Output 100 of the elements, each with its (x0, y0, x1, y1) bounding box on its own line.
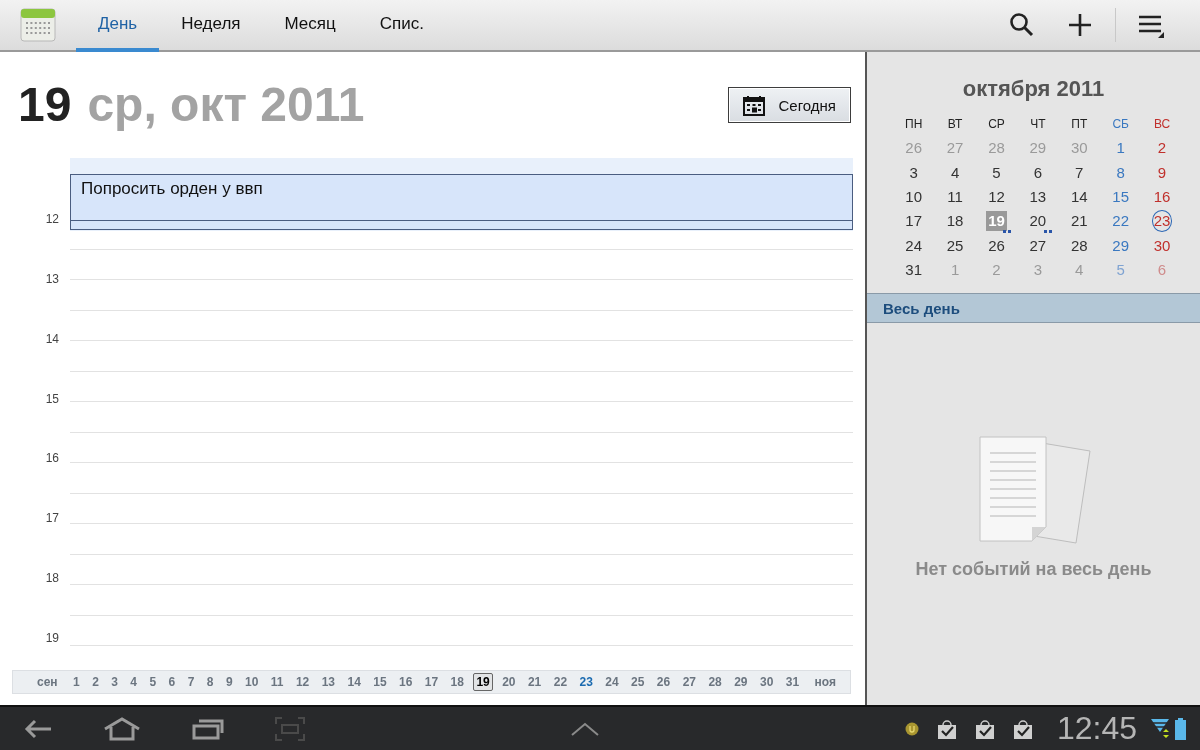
day-link[interactable]: 8 (203, 673, 217, 691)
day-link[interactable]: 27 (679, 673, 699, 691)
day-link[interactable]: 2 (89, 673, 102, 691)
calendar-day[interactable]: 13 (1027, 186, 1049, 207)
calendar-day[interactable]: 16 (1151, 186, 1173, 207)
day-link[interactable]: 21 (524, 673, 545, 691)
day-link[interactable]: 17 (421, 673, 442, 691)
day-link[interactable]: 5 (146, 673, 160, 691)
weekday-label: СР (987, 116, 1006, 133)
weekday-label: ПН (904, 116, 924, 133)
calendar-day[interactable]: 9 (1155, 162, 1169, 183)
calendar-day[interactable]: 25 (944, 235, 966, 256)
documents-icon (979, 436, 1090, 544)
day-link[interactable]: 12 (292, 673, 313, 691)
view-tab[interactable]: Спис. (357, 0, 446, 52)
day-number: 19 (18, 81, 72, 129)
calendar-day[interactable]: 30 (1151, 235, 1173, 256)
calendar-day[interactable]: 1 (1114, 138, 1127, 159)
month-link[interactable]: ноя (811, 673, 839, 691)
hour-label: 17 (45, 511, 59, 526)
day-link[interactable]: 6 (165, 673, 179, 691)
calendar-day[interactable]: 3 (1031, 260, 1045, 281)
day-link[interactable]: 29 (731, 673, 751, 691)
day-link[interactable]: 13 (318, 673, 339, 691)
shopping-bag-check-icon (936, 718, 957, 739)
calendar-day[interactable]: 15 (1110, 186, 1131, 207)
day-link[interactable]: 25 (628, 673, 648, 691)
day-link[interactable]: 14 (344, 673, 364, 691)
day-link[interactable]: 16 (396, 673, 416, 691)
day-link[interactable]: 11 (267, 673, 287, 691)
calendar-day[interactable]: 26 (903, 138, 925, 159)
calendar-day[interactable]: 30 (1068, 138, 1090, 159)
calendar-day[interactable]: 6 (1155, 260, 1169, 281)
battery-icon (1175, 717, 1186, 740)
hour-label: 16 (45, 451, 59, 466)
back-icon (24, 718, 52, 739)
day-link[interactable]: 10 (242, 673, 262, 691)
calendar-day[interactable]: 28 (1068, 235, 1090, 256)
view-tab[interactable]: Месяц (262, 0, 358, 52)
calendar-day[interactable]: 7 (1073, 162, 1086, 183)
weekday-label: ПТ (1070, 116, 1089, 133)
calendar-icon (742, 94, 765, 116)
day-link[interactable]: 23 (576, 673, 596, 691)
calendar-day[interactable]: 27 (1027, 235, 1049, 256)
view-tab[interactable]: Неделя (159, 0, 263, 52)
calendar-day[interactable]: 29 (1110, 235, 1131, 256)
month-link[interactable]: сен (34, 673, 61, 691)
day-link[interactable]: 18 (447, 673, 467, 691)
calendar-day[interactable]: 6 (1031, 162, 1045, 183)
clock-time: 12:45 (1056, 710, 1137, 747)
calendar-day[interactable]: 31 (903, 260, 925, 281)
search-icon (1009, 12, 1035, 38)
calendar-day[interactable]: 5 (990, 162, 1003, 183)
expand-button[interactable] (571, 721, 600, 736)
day-link[interactable]: 26 (653, 673, 674, 691)
day-link[interactable]: 24 (602, 673, 622, 691)
calendar-day[interactable]: 27 (944, 138, 966, 159)
calendar-day[interactable]: 2 (990, 260, 1003, 281)
hour-label: 18 (45, 571, 59, 586)
calendar-day[interactable]: 11 (945, 186, 965, 207)
calendar-day[interactable]: 8 (1114, 162, 1127, 183)
calendar-day[interactable]: 14 (1068, 186, 1090, 207)
today-button[interactable]: Сегодня (727, 87, 851, 123)
calendar-day[interactable]: 10 (903, 186, 925, 207)
day-link[interactable]: 9 (222, 673, 236, 691)
screenshot-icon (275, 716, 305, 741)
day-link[interactable]: 28 (705, 673, 725, 691)
calendar-day[interactable]: 29 (1027, 138, 1049, 159)
calendar-day[interactable]: 24 (903, 235, 925, 256)
day-link[interactable]: 19 (473, 673, 493, 691)
day-link[interactable]: 30 (756, 673, 777, 691)
calendar-day[interactable]: 22 (1110, 211, 1131, 232)
calendar-day[interactable]: 20 (1027, 211, 1049, 232)
day-link[interactable]: 1 (70, 673, 83, 691)
calendar-day[interactable]: 1 (948, 260, 962, 281)
calendar-day[interactable]: 17 (903, 211, 925, 232)
event-block[interactable]: Попросить орден у ввп (70, 174, 853, 230)
calendar-day[interactable]: 18 (944, 211, 966, 232)
calendar-day[interactable]: 5 (1114, 260, 1127, 281)
day-link[interactable]: 15 (370, 673, 390, 691)
date-text: ср, окт 2011 (87, 81, 365, 129)
day-link[interactable]: 20 (499, 673, 519, 691)
hour-label: 15 (45, 391, 59, 406)
weekday-label: ВС (1152, 116, 1172, 133)
day-link[interactable]: 3 (108, 673, 121, 691)
empty-message: Нет событий на весь день (915, 559, 1152, 581)
day-link[interactable]: 31 (782, 673, 803, 691)
day-link[interactable]: 7 (184, 673, 198, 691)
calendar-day[interactable]: 2 (1155, 138, 1169, 159)
calendar-day[interactable]: 28 (986, 138, 1007, 159)
calendar-day[interactable]: 4 (1073, 260, 1086, 281)
calendar-day[interactable]: 21 (1068, 211, 1090, 232)
calendar-day[interactable]: 4 (948, 162, 962, 183)
day-link[interactable]: 4 (127, 673, 141, 691)
calendar-day[interactable]: 12 (986, 186, 1007, 207)
weekday-label: СБ (1111, 116, 1130, 133)
day-link[interactable]: 22 (550, 673, 571, 691)
calendar-day[interactable]: 26 (986, 235, 1007, 256)
all-day-title: Весь день (883, 299, 960, 317)
calendar-day[interactable]: 3 (907, 162, 920, 183)
